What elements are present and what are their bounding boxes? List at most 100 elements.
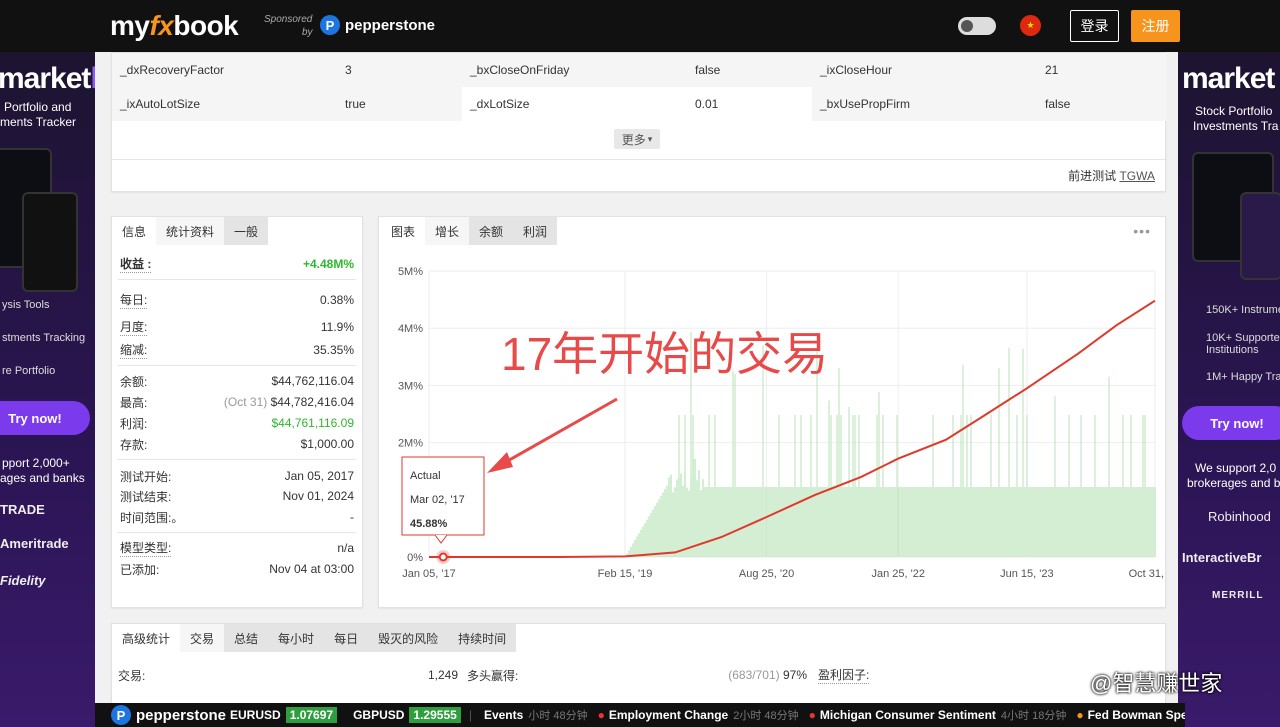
daily-label: 每日: bbox=[120, 293, 148, 309]
ad-left-broker2: Ameritrade bbox=[0, 536, 69, 551]
x-tick-label: Jan 05, '17 bbox=[402, 568, 455, 580]
china-flag-icon[interactable]: ★ bbox=[1020, 15, 1041, 36]
param-name: _bxUsePropFirm bbox=[812, 87, 1037, 121]
growth-chart-panel: 图表 增长 余额 利润 ••• 5M% 4M% 3M% 2M% 0% Jan 05, '1… bbox=[378, 216, 1167, 608]
param-name: _dxLotSize bbox=[462, 87, 687, 121]
forward-label: 前进测试 bbox=[1068, 169, 1117, 183]
profit-label: 利润: bbox=[120, 416, 148, 431]
param-row: _ixAutoLotSize true _dxLotSize 0.01 _bxU… bbox=[112, 87, 1167, 121]
tab-duration[interactable]: 持续时间 bbox=[448, 624, 517, 652]
x-tick-label: Feb 15, '19 bbox=[598, 568, 653, 580]
ticker-brand-name: pepperstone bbox=[136, 706, 227, 724]
sponsor-name: pepperstone bbox=[345, 16, 436, 34]
ad-left-feature2: stments Tracking bbox=[2, 332, 86, 344]
ad-left-feature1: ysis Tools bbox=[2, 299, 50, 311]
tab-summary[interactable]: 总结 bbox=[224, 624, 269, 652]
logo-fx: fx bbox=[149, 10, 174, 41]
trades-row: 交易: 1,249 bbox=[118, 660, 458, 690]
myfxbook-logo[interactable]: myfxbook bbox=[110, 10, 239, 42]
stats-panel: 信息 统计资料 一般 收益 : +4.48M% 每日: 0.38% 月度: 11.9%… bbox=[111, 216, 363, 608]
forward-test: 前进测试 TGWA bbox=[1068, 167, 1155, 184]
ad-right-feature2b: Institutions bbox=[1206, 344, 1259, 356]
test-end-value: Nov 01, 2024 bbox=[282, 489, 354, 503]
stat-monthly: 月度: 11.9% bbox=[112, 317, 362, 337]
highest-value: $44,782,416.04 bbox=[270, 395, 354, 409]
more-button[interactable]: 更多 ▾ bbox=[614, 129, 660, 149]
ticker-symbol[interactable]: EURUSD bbox=[230, 708, 281, 722]
ad-left-feature3: re Portfolio bbox=[2, 365, 56, 377]
tooltip-date: Mar 02, '17 bbox=[410, 494, 465, 506]
annotation-text: 17年开始的交易 bbox=[501, 328, 828, 380]
more-label: 更多 bbox=[621, 132, 646, 147]
tab-trades[interactable]: 交易 bbox=[180, 624, 225, 652]
forward-link[interactable]: TGWA bbox=[1119, 169, 1155, 183]
ticker-separator: | bbox=[468, 708, 472, 722]
ticker-event[interactable]: Fed Bowman Spe bbox=[1088, 708, 1185, 722]
gain-label: 收益 : bbox=[120, 257, 152, 273]
ad-right-broker2: InteractiveBr bbox=[1182, 550, 1262, 565]
y-tick-label: 4M% bbox=[398, 323, 423, 335]
tab-info[interactable]: 信息 bbox=[112, 217, 157, 245]
highlight-point bbox=[438, 552, 448, 562]
deposits-label: 存款: bbox=[120, 437, 148, 452]
model-label: 模型类型: bbox=[120, 541, 172, 557]
tab-risk-of-ruin[interactable]: 毁灭的风险 bbox=[368, 624, 449, 652]
ad-left-support1: pport 2,000+ bbox=[2, 456, 70, 470]
stat-drawdown: 缩减: 35.35% bbox=[112, 340, 362, 360]
sponsored-line1: Sponsored bbox=[264, 14, 313, 25]
ad-right-phone-image bbox=[1240, 192, 1280, 280]
tab-daily[interactable]: 每日 bbox=[324, 624, 369, 652]
param-name: _bxCloseOnFriday bbox=[462, 53, 687, 87]
tab-advanced[interactable]: 高级统计 bbox=[112, 624, 181, 652]
ad-left-sub2: ments Tracker bbox=[0, 115, 77, 129]
param-value: 0.01 bbox=[687, 87, 812, 121]
event-dot-icon: ● bbox=[808, 708, 816, 722]
profit-factor-label: 盈利因子: bbox=[818, 668, 870, 684]
tab-general[interactable]: 一般 bbox=[224, 217, 269, 245]
ad-right-try-button[interactable]: Try now! bbox=[1182, 406, 1280, 440]
ticker-symbol[interactable]: GBPUSD bbox=[353, 708, 404, 722]
right-advertisement[interactable]: market Stock Portfolio Investments Tra 1… bbox=[1178, 52, 1280, 727]
model-value: n/a bbox=[337, 541, 354, 555]
sponsored-label: Sponsored by bbox=[264, 13, 313, 39]
balance-value: $44,762,116.04 bbox=[271, 374, 354, 388]
sponsored-line2: by bbox=[302, 27, 313, 38]
stat-deposits: 存款: $1,000.00 bbox=[112, 434, 362, 454]
ad-left-try-button[interactable]: Try now! bbox=[0, 401, 90, 435]
top-navbar: myfxbook Sponsored by Ppepperstone ★ 登录 注… bbox=[0, 0, 1280, 52]
watermark: @智慧赚世家 bbox=[1090, 671, 1223, 696]
tab-hourly[interactable]: 每小时 bbox=[268, 624, 325, 652]
login-button[interactable]: 登录 bbox=[1070, 10, 1119, 42]
register-button[interactable]: 注册 bbox=[1131, 10, 1180, 42]
timeframe-value: - bbox=[350, 510, 354, 524]
y-tick-label: 0% bbox=[407, 552, 423, 564]
market-ticker: Ppepperstone EURUSD 1.07697 GBPUSD 1.29555… bbox=[95, 703, 1185, 727]
stat-gain: 收益 : +4.48M% bbox=[112, 254, 362, 274]
stat-added: 已添加: Nov 04 at 03:00 bbox=[112, 559, 362, 579]
ad-left-brand-a: market bbox=[0, 62, 91, 95]
param-name: _ixCloseHour bbox=[812, 53, 1037, 87]
ticker-event-time: 4小时 18分钟 bbox=[1000, 710, 1067, 722]
balance-label: 余额: bbox=[120, 374, 148, 389]
ticker-event[interactable]: Employment Change bbox=[609, 708, 728, 722]
param-value: true bbox=[337, 87, 462, 121]
drawdown-label: 缩减: bbox=[120, 343, 148, 359]
ad-left-support2: ages and banks bbox=[0, 471, 85, 485]
tooltip-pointer bbox=[434, 534, 448, 544]
tooltip-value: 45.88% bbox=[410, 518, 448, 530]
ticker-price: 1.07697 bbox=[285, 707, 338, 723]
sponsor-logo[interactable]: Ppepperstone bbox=[320, 15, 435, 35]
page-root: myfxbook Sponsored by Ppepperstone ★ 登录 注… bbox=[0, 0, 1280, 727]
annotation-arrow-head bbox=[487, 452, 513, 473]
ticker-brand[interactable]: Ppepperstone bbox=[95, 705, 226, 725]
ad-left-broker3: Fidelity bbox=[0, 573, 46, 588]
divider bbox=[118, 532, 356, 533]
ticker-event[interactable]: Michigan Consumer Sentiment bbox=[820, 708, 996, 722]
theme-toggle[interactable] bbox=[958, 17, 996, 35]
pepperstone-icon: P bbox=[320, 15, 340, 35]
left-advertisement[interactable]: marketlog Portfolio and ments Tracker ys… bbox=[0, 52, 95, 727]
tab-statistics[interactable]: 统计资料 bbox=[156, 217, 225, 245]
trades-label: 交易: bbox=[118, 668, 146, 683]
ad-right-sub2: Investments Tra bbox=[1193, 119, 1279, 133]
test-start-value: Jan 05, 2017 bbox=[284, 469, 354, 483]
